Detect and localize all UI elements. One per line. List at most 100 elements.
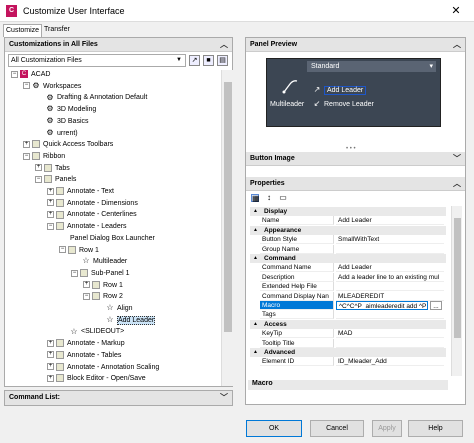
property-value[interactable]: Add Leader bbox=[336, 263, 444, 273]
tree-node[interactable]: + Annotate - Text bbox=[47, 187, 114, 197]
chevron-down-icon[interactable]: ﹀ bbox=[453, 152, 461, 165]
tree-node[interactable]: + Annotate - Annotation Scaling bbox=[47, 362, 159, 373]
customizations-header[interactable]: Customizations in All Files ︿ bbox=[5, 38, 232, 52]
tree-node[interactable]: ☆ Align bbox=[95, 304, 132, 314]
button-image-header[interactable]: Button Image ﹀ bbox=[246, 152, 465, 166]
expand-icon[interactable]: + bbox=[47, 187, 54, 195]
tree-node[interactable]: − ⚙ Workspaces bbox=[23, 81, 81, 92]
properties-icon[interactable]: ▤ bbox=[217, 55, 228, 66]
tab-customize[interactable]: Customize bbox=[3, 24, 43, 37]
expand-icon[interactable]: + bbox=[47, 199, 54, 207]
categorized-view-icon[interactable]: ▦ bbox=[251, 194, 262, 203]
property-value[interactable]: MLEADEREDIT bbox=[336, 292, 444, 301]
tree-node[interactable]: Panel Dialog Box Launcher bbox=[59, 234, 155, 244]
chevron-up-icon[interactable]: ︿ bbox=[220, 38, 228, 51]
collapse-icon[interactable]: ▲ bbox=[253, 320, 258, 329]
tree-node[interactable]: − Row 1 bbox=[59, 245, 99, 256]
property-row[interactable]: Button Style SmallWithText bbox=[260, 235, 446, 245]
property-value[interactable]: ID_Mleader_Add bbox=[336, 357, 444, 367]
tab-transfer[interactable]: Transfer bbox=[42, 24, 72, 37]
properties-grid[interactable]: ▲ Display Name Add Leader ▲ Appearance Butto… bbox=[248, 207, 446, 369]
tree-node[interactable]: ⚙ 3D Modeling bbox=[35, 105, 96, 115]
customization-tree[interactable]: − C ACAD − ⚙ Workspaces ⚙ Drafting & Annotation… bbox=[7, 70, 219, 388]
tree-node[interactable]: ⚙ Drafting & Annotation Default bbox=[35, 93, 147, 103]
property-value[interactable] bbox=[336, 245, 444, 254]
property-value[interactable]: SmallWithText bbox=[336, 235, 444, 245]
property-row[interactable]: ... Macro ^C^C^P_aimleaderedit add ^P bbox=[260, 301, 446, 310]
tree-node[interactable]: ☆ <SLIDEOUT> bbox=[59, 327, 124, 337]
expand-icon[interactable]: + bbox=[83, 281, 90, 289]
properties-scrollbar[interactable] bbox=[451, 206, 462, 376]
tree-node[interactable]: + Row 1 bbox=[83, 280, 123, 291]
property-row[interactable]: Extended Help File bbox=[260, 282, 446, 292]
property-pages-icon[interactable]: ▭ bbox=[279, 194, 290, 202]
tree-node[interactable]: − Sub-Panel 1 bbox=[71, 269, 130, 279]
scrollbar-thumb[interactable] bbox=[454, 218, 461, 338]
collapse-icon[interactable]: − bbox=[35, 175, 42, 183]
ok-button[interactable]: OK bbox=[246, 420, 302, 437]
expand-icon[interactable]: + bbox=[35, 164, 42, 172]
tree-node[interactable]: + Annotate - Dimensions bbox=[47, 198, 138, 209]
expand-icon[interactable]: + bbox=[47, 211, 54, 219]
property-value[interactable]: Add a leader line to an existing mul bbox=[336, 273, 444, 282]
tree-node[interactable]: − Row 2 bbox=[83, 292, 123, 302]
property-value[interactable] bbox=[336, 339, 444, 348]
tree-node[interactable]: ☆ Add Leader bbox=[95, 315, 156, 326]
tree-node[interactable]: + Block Editor - Open/Save bbox=[47, 374, 146, 384]
property-value[interactable]: Add Leader bbox=[336, 216, 444, 226]
properties-header[interactable]: Properties ︿ bbox=[246, 177, 465, 191]
property-value[interactable] bbox=[336, 310, 444, 320]
customization-file-select[interactable]: All Customization Files ▼ bbox=[8, 54, 186, 67]
collapse-icon[interactable]: ▲ bbox=[253, 226, 258, 235]
property-value[interactable] bbox=[336, 282, 444, 292]
help-button[interactable]: Help bbox=[408, 420, 463, 437]
collapse-icon[interactable]: ▲ bbox=[253, 254, 258, 263]
tree-node[interactable]: + Quick Access Toolbars bbox=[23, 140, 113, 150]
collapse-icon[interactable]: − bbox=[71, 269, 78, 277]
scrollbar-thumb[interactable] bbox=[224, 82, 232, 332]
edit-macro-button[interactable]: ... bbox=[430, 301, 442, 310]
sort-alpha-icon[interactable]: ↕ bbox=[265, 194, 276, 202]
chevron-up-icon[interactable]: ︿ bbox=[453, 38, 461, 51]
load-partial-file-icon[interactable]: ↗ bbox=[189, 55, 200, 66]
property-row[interactable]: KeyTip MAD bbox=[260, 329, 446, 339]
property-row[interactable]: Tooltip Title bbox=[260, 338, 446, 348]
property-value[interactable]: ^C^C^P_aimleaderedit add ^P bbox=[336, 301, 428, 310]
tree-node[interactable]: + Annotate - Tables bbox=[47, 350, 121, 361]
apply-button[interactable]: Apply bbox=[372, 420, 402, 437]
tree-node[interactable]: ☆ Multileader bbox=[71, 257, 127, 267]
collapse-icon[interactable]: ▲ bbox=[253, 348, 258, 357]
close-button[interactable]: ✕ bbox=[438, 0, 474, 22]
tree-node[interactable]: + Tabs bbox=[35, 163, 70, 174]
collapse-icon[interactable]: − bbox=[47, 222, 54, 230]
tree-node[interactable]: + Annotate - Markup bbox=[47, 339, 125, 349]
property-row[interactable]: Command Display Nan MLEADEREDIT bbox=[260, 291, 446, 301]
property-row[interactable]: Description Add a leader line to an exist… bbox=[260, 272, 446, 282]
collapse-icon[interactable]: − bbox=[11, 70, 18, 78]
expand-icon[interactable]: + bbox=[47, 363, 54, 371]
chevron-up-icon[interactable]: ︿ bbox=[453, 177, 461, 190]
chevron-down-icon[interactable]: ﹀ bbox=[220, 391, 228, 405]
collapse-icon[interactable]: ▲ bbox=[253, 207, 258, 216]
expand-icon[interactable]: + bbox=[47, 339, 54, 347]
property-category[interactable]: ▲ Advanced bbox=[250, 348, 446, 357]
panel-preview-header[interactable]: Panel Preview ︿ bbox=[246, 38, 465, 52]
collapse-icon[interactable]: − bbox=[59, 246, 66, 254]
tree-node[interactable]: + Annotate - Centerlines bbox=[47, 210, 137, 220]
expand-icon[interactable]: + bbox=[23, 140, 30, 148]
tree-node[interactable]: − Annotate - Leaders bbox=[47, 222, 127, 232]
tree-node[interactable]: ⚙ 3D Basics bbox=[35, 116, 88, 127]
tree-node[interactable]: ⚙ urrent) bbox=[35, 128, 77, 139]
cancel-button[interactable]: Cancel bbox=[310, 420, 364, 437]
property-category[interactable]: ▲ Appearance bbox=[250, 225, 446, 235]
expand-icon[interactable]: + bbox=[47, 351, 54, 359]
property-category[interactable]: ▲ Display bbox=[250, 207, 446, 216]
command-list-header[interactable]: Command List: ﹀ bbox=[4, 390, 233, 406]
property-value[interactable]: MAD bbox=[336, 329, 444, 339]
collapse-icon[interactable]: − bbox=[23, 152, 30, 160]
tree-scrollbar[interactable] bbox=[221, 70, 233, 386]
tree-node[interactable]: − Ribbon bbox=[23, 152, 65, 162]
property-category[interactable]: ▲ Command bbox=[250, 254, 446, 263]
property-row[interactable]: Name Add Leader bbox=[260, 216, 446, 226]
collapse-icon[interactable]: − bbox=[23, 82, 30, 90]
